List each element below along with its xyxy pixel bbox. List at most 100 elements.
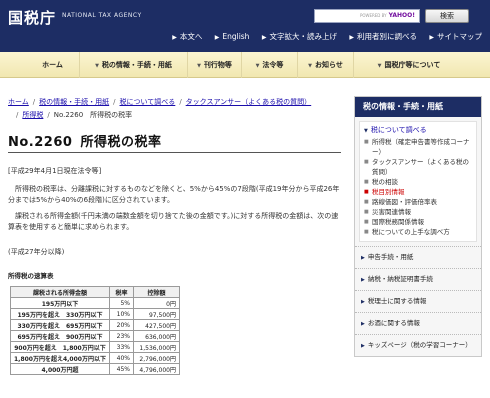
sidebar-group-tax-accountant[interactable]: ▶ 税理士に関する情報 [355, 290, 481, 312]
sidebar-title[interactable]: 税の情報・手続・用紙 [355, 97, 481, 117]
income-cell: 195万円を超え 330万円以下 [10, 308, 110, 320]
rate-cell: 20% [108, 319, 134, 331]
search-button[interactable]: 検索 [425, 9, 469, 23]
search-input[interactable]: POWERED BY YAHOO! [314, 9, 420, 23]
sidebar: 税の情報・手続・用紙 ▼税について調べる 所得税（確定申告書等作成コーナー） タ… [354, 96, 482, 357]
rate-cell: 33% [108, 341, 134, 353]
period-note: (平成27年分以降) [8, 248, 65, 256]
sidebar-group-payment[interactable]: ▶ 納税・納税証明書手続 [355, 268, 481, 290]
sidebar-group-filing[interactable]: ▶ 申告手続・用紙 [355, 246, 481, 268]
deduction-cell: 427,500円 [132, 319, 180, 331]
sidebar-item-consultation[interactable]: 税の相談 [364, 177, 472, 187]
deduction-cell: 4,796,000円 [132, 363, 180, 375]
breadcrumb-tax-info[interactable]: 税の情報・手続・用紙 [39, 98, 109, 106]
sidebar-item-tax-answer[interactable]: タックスアンサー（よくある税の質問） [364, 157, 472, 177]
nav-tax-info[interactable]: ▼ 税の情報・手続・用紙 [80, 52, 188, 78]
triangle-down-icon: ▼ [308, 63, 312, 69]
income-cell: 4,000万円超 [10, 363, 110, 375]
triangle-down-icon: ▼ [255, 63, 260, 69]
triangle-down-icon: ▼ [377, 63, 382, 69]
income-cell: 195万円以下 [10, 297, 110, 309]
nav-publications[interactable]: ▼ 刊行物等 [188, 52, 242, 78]
triangle-down-icon: ▼ [95, 63, 99, 69]
page-title: No.2260 所得税の税率 [8, 131, 161, 150]
table-caption: 所得税の速算表 [8, 272, 54, 280]
sidebar-subsection: ▼税について調べる 所得税（確定申告書等作成コーナー） タックスアンサー（よくあ… [359, 121, 477, 242]
sidebar-current-section[interactable]: ▼ 税について調べる [364, 125, 472, 135]
intro-paragraph: 所得税の税率は、分離課税に対するものなどを除くと、5%から45%の7段階(平成1… [8, 185, 340, 204]
nav-about-agency[interactable]: ▼ 国税庁等について [354, 52, 464, 78]
arrow-right-icon: ▶ [261, 34, 267, 41]
table-row: 695万円を超え 900万円以下 23% 636,000円 [10, 330, 180, 342]
rate-cell: 40% [108, 352, 134, 364]
breadcrumb: ホーム / 税の情報・手続・用紙 / 税について調べる / タックスアンサー（よくある税の質… [8, 98, 312, 119]
triangle-right-icon: ▶ [361, 299, 365, 305]
income-cell: 695万円を超え 900万円以下 [10, 330, 110, 342]
deduction-cell: 0円 [132, 297, 180, 309]
site-logo[interactable]: 国税庁 [8, 7, 56, 28]
site-header: 国税庁 NATIONAL TAX AGENCY POWERED BY YAHOO!… [0, 0, 490, 52]
page-title-text: 所得税の税率 [80, 135, 162, 150]
header-rate: 税率 [108, 286, 134, 298]
calculation-paragraph: 課税される所得金額(千円未満の端数金額を切り捨てた後の金額です。)に対する所得税… [8, 212, 339, 231]
text-size-link[interactable]: ▶ 文字拡大・読み上げ [262, 32, 337, 41]
header-deduction: 控除額 [132, 286, 180, 298]
skip-to-content-link[interactable]: ▶ 本文へ [172, 32, 202, 41]
sidebar-group-alcohol[interactable]: ▶ お酒に関する情報 [355, 312, 481, 334]
rate-cell: 23% [108, 330, 134, 342]
deduction-cell: 1,536,000円 [132, 341, 180, 353]
nav-notices[interactable]: ▼ お知らせ [298, 52, 354, 78]
rate-cell: 10% [108, 308, 134, 320]
user-category-link[interactable]: ▶ 利用者別に調べる [349, 32, 417, 41]
breadcrumb-home[interactable]: ホーム [8, 98, 29, 106]
sidebar-item-tax-by-type[interactable]: 税目別情報 [364, 187, 472, 197]
english-link[interactable]: ▶ English [215, 32, 250, 41]
sidebar-item-international[interactable]: 国際税務関係情報 [364, 217, 472, 227]
table-row: 195万円以下 5% 0円 [10, 297, 180, 309]
triangle-right-icon: ▶ [361, 343, 365, 349]
sidebar-item-disaster[interactable]: 災害関連情報 [364, 207, 472, 217]
sitemap-link[interactable]: ▶ サイトマップ [429, 32, 482, 41]
table-row: 330万円を超え 695万円以下 20% 427,500円 [10, 319, 180, 331]
title-divider [8, 152, 341, 153]
table-row: 900万円を超え 1,800万円以下 33% 1,536,000円 [10, 341, 180, 353]
triangle-right-icon: ▶ [361, 255, 365, 261]
triangle-right-icon: ▶ [361, 321, 365, 327]
table-row: 195万円を超え 330万円以下 10% 97,500円 [10, 308, 180, 320]
tax-rate-table: 課税される所得金額 税率 控除額 195万円以下 5% 0円 195万円を超え 33… [10, 286, 180, 375]
deduction-cell: 97,500円 [132, 308, 180, 320]
arrow-right-icon: ▶ [214, 34, 220, 41]
deduction-cell: 2,796,000円 [132, 352, 180, 364]
income-cell: 330万円を超え 695万円以下 [10, 319, 110, 331]
page-title-number: No.2260 [8, 135, 73, 150]
sidebar-item-route-price[interactable]: 路線価図・評価倍率表 [364, 197, 472, 207]
sidebar-list: 所得税（確定申告書等作成コーナー） タックスアンサー（よくある税の質問） 税の相… [364, 137, 472, 237]
arrow-right-icon: ▶ [429, 34, 434, 41]
triangle-right-icon: ▶ [361, 277, 365, 283]
breadcrumb-current: No.2260 所得税の税率 [53, 111, 133, 119]
breadcrumb-income-tax[interactable]: 所得税 [22, 111, 43, 119]
table-header-row: 課税される所得金額 税率 控除額 [10, 286, 180, 298]
arrow-right-icon: ▶ [172, 34, 177, 41]
triangle-down-icon: ▼ [364, 128, 368, 134]
sidebar-item-income-tax[interactable]: 所得税（確定申告書等作成コーナー） [364, 137, 472, 157]
rate-cell: 5% [108, 297, 134, 309]
income-cell: 900万円を超え 1,800万円以下 [10, 341, 110, 353]
header-taxable-income: 課税される所得金額 [10, 286, 110, 298]
triangle-down-icon: ▼ [197, 63, 201, 69]
yahoo-search-logo: POWERED BY YAHOO! [359, 12, 415, 19]
sidebar-group-kids[interactable]: ▶ キッズページ（税の学習コーナー） [355, 334, 481, 356]
table-row: 4,000万円超 45% 4,796,000円 [10, 363, 180, 375]
utility-links: ▶ 本文へ ▶ English ▶ 文字拡大・読み上げ ▶ 利用者別に調べる ▶ サイトマ… [0, 31, 482, 42]
rate-cell: 45% [108, 363, 134, 375]
breadcrumb-tax-search[interactable]: 税について調べる [120, 98, 176, 106]
breadcrumb-tax-answer[interactable]: タックスアンサー（よくある税の質問） [186, 98, 312, 106]
site-logo-english: NATIONAL TAX AGENCY [62, 12, 142, 19]
income-cell: 1,800万円を超え4,000万円以下 [10, 352, 110, 364]
nav-laws[interactable]: ▼ 法令等 [242, 52, 298, 78]
arrow-right-icon: ▶ [349, 34, 354, 41]
nav-home[interactable]: ホーム [26, 52, 80, 78]
sidebar-item-search-tips[interactable]: 税についての上手な調べ方 [364, 227, 472, 237]
table-row: 1,800万円を超え4,000万円以下 40% 2,796,000円 [10, 352, 180, 364]
effective-date: [平成29年4月1日現在法令等] [8, 167, 102, 175]
